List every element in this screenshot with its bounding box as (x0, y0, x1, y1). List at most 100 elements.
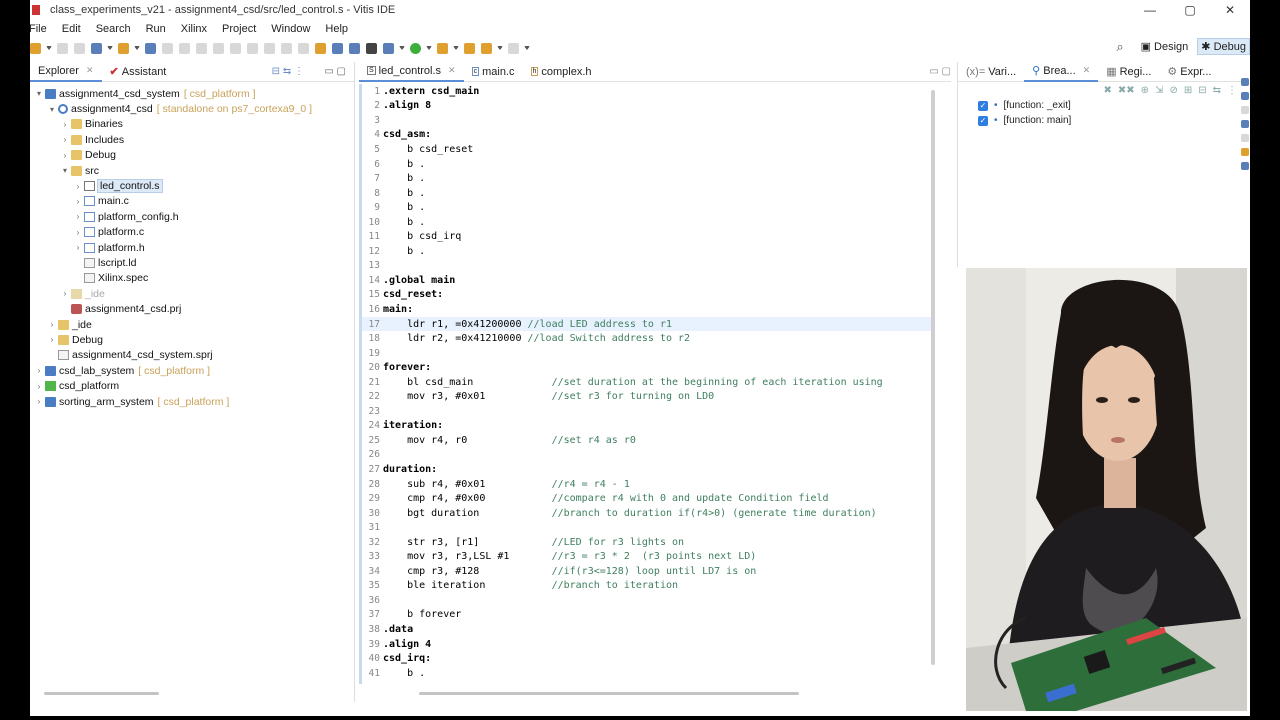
menu-project[interactable]: Project (215, 23, 263, 35)
expand-toggle-icon[interactable]: › (73, 212, 83, 221)
tree-item[interactable]: › platform_config.h (30, 209, 354, 224)
view-icon[interactable] (1241, 134, 1249, 142)
code-line[interactable]: 9 b . (359, 200, 931, 215)
tree-item[interactable]: › Binaries (30, 117, 354, 132)
tab-variables[interactable]: (x)= Vari... (958, 62, 1024, 82)
expand-toggle-icon[interactable]: ▾ (47, 105, 57, 114)
code-line[interactable]: 11 b csd_irq (359, 229, 931, 244)
vertical-scrollbar[interactable] (931, 90, 935, 665)
tab-led-control[interactable]: Sled_control.s ✕ (359, 61, 464, 82)
expand-toggle-icon[interactable]: › (73, 182, 83, 191)
expand-toggle-icon[interactable]: › (34, 382, 44, 391)
expand-toggle-icon[interactable]: › (73, 197, 83, 206)
tree-item[interactable]: assignment4_csd.prj (30, 301, 354, 316)
menu-file[interactable]: File (30, 23, 54, 35)
tab-complex-h[interactable]: h complex.h (523, 62, 600, 82)
code-line[interactable]: 20 forever: (359, 360, 931, 375)
minimize-icon[interactable]: — (1130, 0, 1170, 20)
view-icon[interactable] (1241, 106, 1249, 114)
code-line[interactable]: 12 b . (359, 244, 931, 259)
resume-icon[interactable] (179, 42, 190, 54)
expand-toggle-icon[interactable]: ▾ (60, 166, 70, 175)
tree-item[interactable]: › Debug (30, 332, 354, 347)
code-line[interactable]: 2 .align 8 (359, 99, 931, 114)
close-icon[interactable]: ✕ (86, 65, 94, 76)
code-line[interactable]: 26 (359, 448, 931, 463)
tree-item[interactable]: assignment4_csd_system.sprj (30, 348, 354, 363)
code-line[interactable]: 4 csd_asm: (359, 128, 931, 143)
tree-item[interactable]: › csd_platform (30, 378, 354, 393)
expand-toggle-icon[interactable]: › (60, 120, 70, 129)
terminal-icon[interactable] (332, 42, 343, 54)
view-icon[interactable] (1241, 120, 1249, 128)
step-over-icon[interactable] (264, 42, 275, 54)
code-line[interactable]: 22 mov r3, #0x01 //set r3 for turning on… (359, 389, 931, 404)
code-line[interactable]: 16 main: (359, 302, 931, 317)
code-line[interactable]: 28 sub r4, #0x01 //r4 = r4 - 1 (359, 477, 931, 492)
tree-item[interactable]: › _ide (30, 286, 354, 301)
expand-all-icon[interactable]: ⊞ (1184, 85, 1192, 96)
instruction-step-icon[interactable] (315, 42, 326, 54)
tab-breakpoints[interactable]: ⚲ Brea... ✕ (1024, 61, 1099, 82)
code-line[interactable]: 27 duration: (359, 462, 931, 477)
tree-item[interactable]: Xilinx.spec (30, 271, 354, 286)
dropdown-icon[interactable] (426, 46, 432, 50)
expand-toggle-icon[interactable]: ▾ (34, 89, 44, 98)
show-breakpoints-icon[interactable]: ⊕ (1141, 85, 1149, 96)
new-icon[interactable] (30, 42, 41, 54)
code-line[interactable]: 19 (359, 346, 931, 361)
menu-edit[interactable]: Edit (55, 23, 88, 35)
debug-icon[interactable] (383, 42, 394, 54)
menu-run[interactable]: Run (139, 23, 173, 35)
close-icon[interactable]: ✕ (448, 65, 456, 76)
perspective-debug[interactable]: ✱ Debug (1197, 38, 1250, 55)
code-line[interactable]: 15 csd_reset: (359, 288, 931, 303)
menu-help[interactable]: Help (318, 23, 355, 35)
skip-breakpoints-icon[interactable] (162, 42, 173, 54)
console-icon[interactable] (366, 42, 377, 54)
dropdown-icon[interactable] (524, 46, 530, 50)
code-line[interactable]: 14 .global main (359, 273, 931, 288)
expand-toggle-icon[interactable]: › (34, 366, 44, 375)
tab-registers[interactable]: ▦ Regi... (1098, 62, 1159, 82)
remove-breakpoint-icon[interactable]: ✖ (1104, 85, 1112, 96)
tab-assistant[interactable]: ✔ Assistant (102, 62, 175, 82)
code-line[interactable]: 18 ldr r2, =0x41210000 //load Switch add… (359, 331, 931, 346)
tree-item[interactable]: › _ide (30, 317, 354, 332)
expand-toggle-icon[interactable]: › (34, 397, 44, 406)
tree-item[interactable]: ▾ src (30, 163, 354, 178)
breakpoint-item[interactable]: ✓ • [function: _exit] (978, 98, 1247, 113)
horizontal-scrollbar[interactable] (419, 692, 799, 695)
code-line[interactable]: 34 cmp r3, #128 //if(r3<=128) loop until… (359, 564, 931, 579)
expand-toggle-icon[interactable]: › (47, 320, 57, 329)
collapse-all-icon[interactable]: ⊟ (1198, 85, 1206, 96)
code-line[interactable]: 25 mov r4, r0 //set r4 as r0 (359, 433, 931, 448)
code-line[interactable]: 35 ble iteration //branch to iteration (359, 579, 931, 594)
tree-item[interactable]: › Debug (30, 148, 354, 163)
view-icon[interactable] (1241, 78, 1249, 86)
back-icon[interactable] (464, 42, 475, 54)
code-line[interactable]: 41 b . (359, 666, 931, 681)
tab-expressions[interactable]: ⚙ Expr... (1159, 62, 1219, 82)
dropdown-icon[interactable] (399, 46, 405, 50)
menu-window[interactable]: Window (264, 23, 317, 35)
tab-main-c[interactable]: c main.c (464, 62, 523, 82)
code-line[interactable]: 40 csd_irq: (359, 651, 931, 666)
horizontal-scrollbar[interactable] (44, 692, 159, 695)
checkbox-checked-icon[interactable]: ✓ (978, 100, 988, 111)
tree-item[interactable]: › led_control.s (30, 178, 354, 194)
run-icon[interactable] (410, 42, 421, 54)
code-line[interactable]: 17 ldr r1, =0x41200000 //load LED addres… (359, 316, 931, 332)
external-tools-icon[interactable] (437, 42, 448, 54)
code-line[interactable]: 29 cmp r4, #0x00 //compare r4 with 0 and… (359, 491, 931, 506)
code-line[interactable]: 39 .align 4 (359, 637, 931, 652)
tree-item[interactable]: › sorting_arm_system[ csd_platform ] (30, 394, 354, 409)
drop-to-frame-icon[interactable] (298, 42, 309, 54)
close-icon[interactable]: ✕ (1210, 0, 1250, 20)
tree-item[interactable]: › main.c (30, 194, 354, 209)
expand-toggle-icon[interactable]: › (73, 243, 83, 252)
expand-toggle-icon[interactable]: › (60, 151, 70, 160)
editor-minmax-icon[interactable]: ▭ ▢ (929, 66, 951, 77)
code-line[interactable]: 21 bl csd_main //set duration at the beg… (359, 375, 931, 390)
code-line[interactable]: 38 .data (359, 622, 931, 637)
